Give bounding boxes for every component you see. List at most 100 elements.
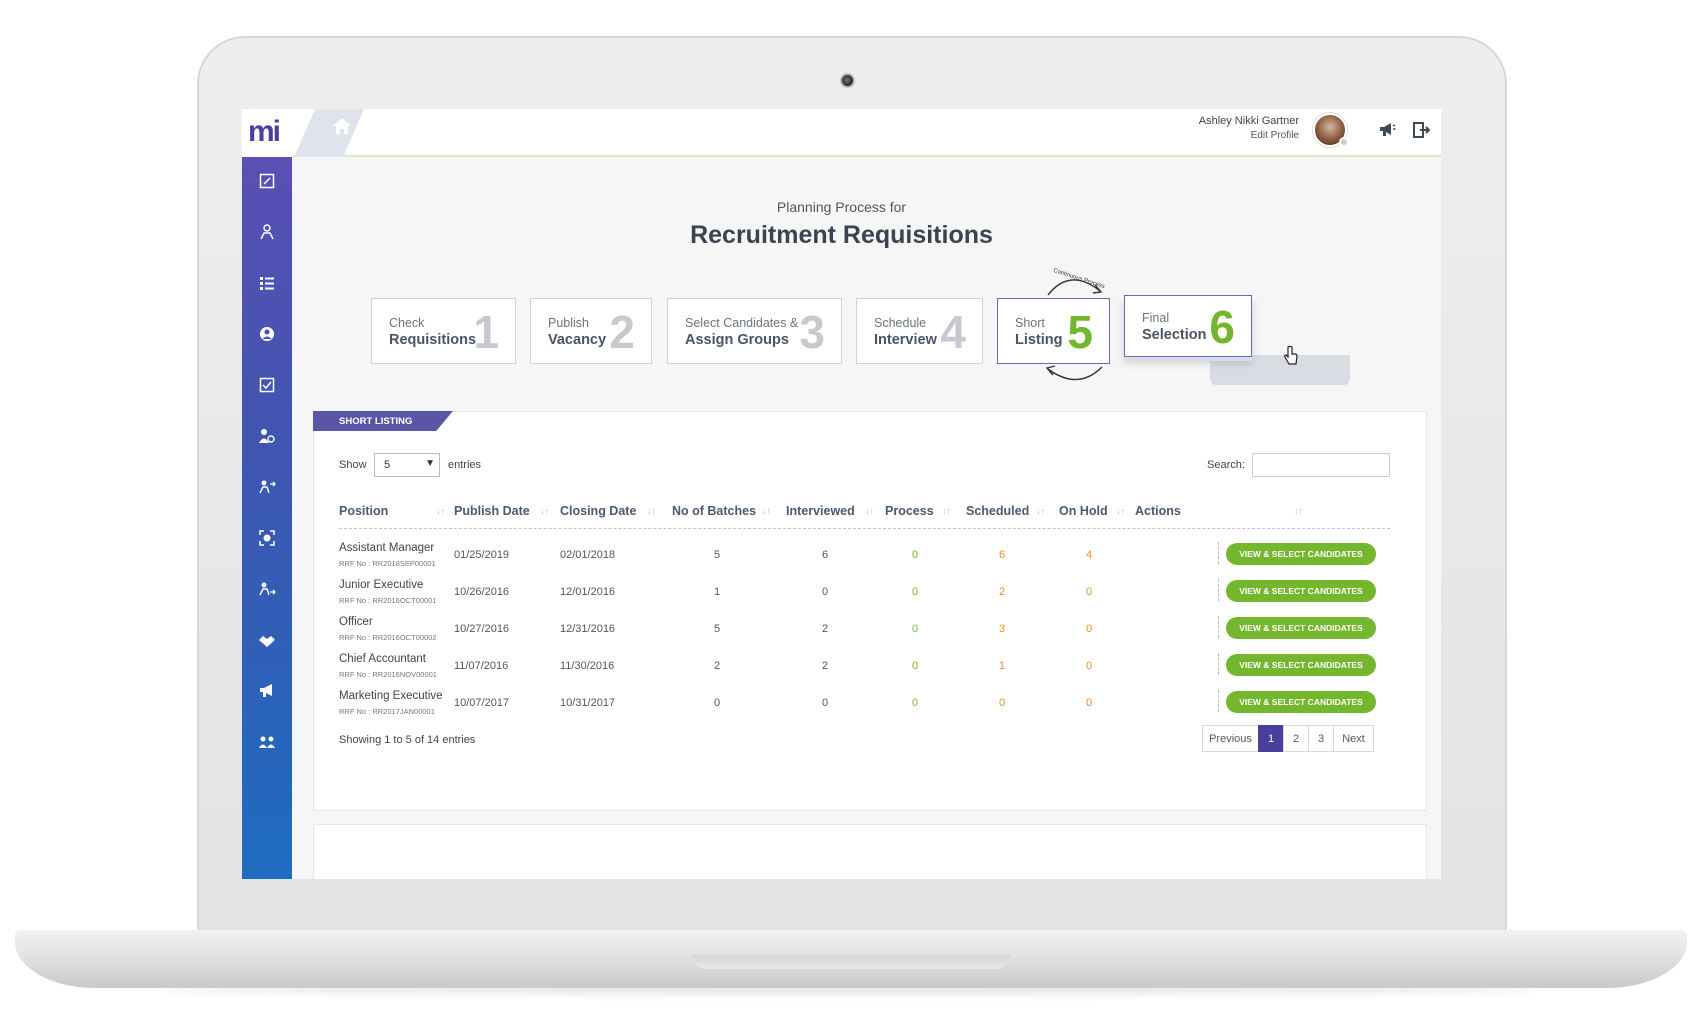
user-circle-icon[interactable] xyxy=(242,314,292,354)
on-hold-count: 0 xyxy=(1086,586,1093,598)
scheduled-count: 1 xyxy=(999,660,1006,672)
action-divider xyxy=(1218,542,1219,564)
person-transfer-icon[interactable] xyxy=(242,467,292,507)
position-name[interactable]: Junior Executive xyxy=(339,579,423,591)
batches-count: 5 xyxy=(714,549,721,561)
sort-icon[interactable]: ↓↑ xyxy=(1294,506,1303,516)
publish-date: 10/26/2016 xyxy=(454,586,510,598)
column-header-interviewed[interactable]: Interviewed xyxy=(786,504,855,518)
logout-icon[interactable] xyxy=(1411,121,1431,139)
sidebar xyxy=(242,157,292,879)
megaphone-icon[interactable] xyxy=(242,671,292,711)
closing-date: 12/01/2016 xyxy=(560,586,616,598)
logo[interactable]: mi xyxy=(242,109,294,157)
action-divider xyxy=(1218,690,1219,712)
document-check-icon[interactable] xyxy=(242,365,292,405)
list-icon[interactable] xyxy=(242,263,292,303)
hand-cursor-icon xyxy=(1283,345,1299,371)
view-select-candidates-button[interactable]: VIEW & SELECT CANDIDATES xyxy=(1226,691,1376,713)
sort-icon[interactable]: ↓↑ xyxy=(942,506,951,516)
view-select-candidates-button[interactable]: VIEW & SELECT CANDIDATES xyxy=(1226,543,1376,565)
column-header-process[interactable]: Process xyxy=(885,504,934,518)
sort-icon[interactable]: ↓↑ xyxy=(540,506,549,516)
step-label-1: Select Candidates & xyxy=(685,316,799,330)
step-select-candidates[interactable]: Select Candidates & Assign Groups 3 xyxy=(667,298,842,364)
rrf-number: RRF No : RR2018SEP00001 xyxy=(339,559,436,568)
document-edit-icon[interactable] xyxy=(242,161,292,201)
step-label-1: Publish xyxy=(548,316,589,330)
sort-icon[interactable]: ↓↑ xyxy=(436,506,445,516)
page-title: Recruitment Requisitions xyxy=(690,221,993,249)
process-count: 0 xyxy=(912,549,919,561)
table-row: Officer RRF No : RR2016OCT00002 10/27/20… xyxy=(314,616,1428,654)
action-divider xyxy=(1218,616,1219,638)
table-row: Chief Accountant RRF No : RR2016NOV00001… xyxy=(314,653,1428,691)
step-number: 1 xyxy=(473,306,499,358)
search-label: Search: xyxy=(1207,459,1245,471)
view-select-candidates-button[interactable]: VIEW & SELECT CANDIDATES xyxy=(1226,654,1376,676)
publish-date: 10/07/2017 xyxy=(454,697,510,709)
column-header-actions: Actions xyxy=(1135,504,1181,518)
pagination-page-3[interactable]: 3 xyxy=(1308,725,1334,752)
process-count: 0 xyxy=(912,697,919,709)
step-check-requisitions[interactable]: Check Requisitions 1 xyxy=(371,298,516,364)
step-label-2: Assign Groups xyxy=(685,332,789,348)
showing-entries-text: Showing 1 to 5 of 14 entries xyxy=(339,734,476,746)
publish-date: 01/25/2019 xyxy=(454,549,510,561)
step-publish-vacancy[interactable]: Publish Vacancy 2 xyxy=(530,298,652,364)
home-icon[interactable] xyxy=(332,117,354,137)
user-name: Ashley Nikki Gartner xyxy=(1198,115,1299,127)
action-divider xyxy=(1218,579,1219,601)
position-name[interactable]: Officer xyxy=(339,616,373,628)
person-settings-icon[interactable] xyxy=(242,416,292,456)
pagination-page-2[interactable]: 2 xyxy=(1283,725,1309,752)
position-name[interactable]: Marketing Executive xyxy=(339,690,443,702)
app-screen: mi Ashley Nikki Gartner Edit Profile Pla… xyxy=(242,109,1441,879)
publish-date: 10/27/2016 xyxy=(454,623,510,635)
view-select-candidates-button[interactable]: VIEW & SELECT CANDIDATES xyxy=(1226,617,1376,639)
megaphone-icon[interactable] xyxy=(1377,121,1397,139)
pagination-previous[interactable]: Previous xyxy=(1202,725,1259,752)
sort-icon[interactable]: ↓↑ xyxy=(865,506,874,516)
closing-date: 11/30/2016 xyxy=(560,660,615,672)
person-transfer-2-icon[interactable] xyxy=(242,569,292,609)
column-header-scheduled[interactable]: Scheduled xyxy=(966,504,1029,518)
batches-count: 5 xyxy=(714,623,721,635)
sort-icon[interactable]: ↓↑ xyxy=(1116,506,1125,516)
publish-date: 11/07/2016 xyxy=(454,660,509,672)
step-number: 2 xyxy=(609,306,635,358)
pagination-page-1[interactable]: 1 xyxy=(1258,725,1284,752)
entries-select[interactable]: 5 ▼ xyxy=(374,453,440,477)
search-input[interactable] xyxy=(1252,453,1390,477)
group-settings-icon[interactable] xyxy=(242,722,292,762)
sort-icon[interactable]: ↓↑ xyxy=(762,506,771,516)
view-select-candidates-button[interactable]: VIEW & SELECT CANDIDATES xyxy=(1226,580,1376,602)
column-header-publish-date[interactable]: Publish Date xyxy=(454,504,530,518)
step-schedule-interview[interactable]: Schedule Interview 4 xyxy=(856,298,983,364)
edit-profile-link[interactable]: Edit Profile xyxy=(1251,130,1299,141)
rrf-number: RRF No : RR2016OCT00002 xyxy=(339,633,437,642)
handshake-icon[interactable] xyxy=(242,620,292,660)
position-name[interactable]: Chief Accountant xyxy=(339,653,426,665)
sort-icon[interactable]: ↓↑ xyxy=(1036,506,1045,516)
face-scan-icon[interactable] xyxy=(242,518,292,558)
table-row: Marketing Executive RRF No : RR2017JAN00… xyxy=(314,690,1428,728)
avatar-status-icon xyxy=(1339,137,1349,147)
closing-date: 12/31/2016 xyxy=(560,623,616,635)
header-divider xyxy=(339,528,1390,529)
step-final-selection[interactable]: Final Selection 6 xyxy=(1124,295,1252,357)
column-header-closing-date[interactable]: Closing Date xyxy=(560,504,636,518)
laptop-notch xyxy=(692,955,1010,969)
table-row: Assistant Manager RRF No : RR2018SEP0000… xyxy=(314,542,1428,580)
column-header-on-hold[interactable]: On Hold xyxy=(1059,504,1108,518)
entries-label: entries xyxy=(448,459,482,471)
pagination-next[interactable]: Next xyxy=(1333,725,1374,752)
column-header-batches[interactable]: No of Batches xyxy=(672,504,756,518)
sort-icon[interactable]: ↓↑ xyxy=(647,506,656,516)
show-label: Show xyxy=(339,459,367,471)
page-subtitle: Planning Process for xyxy=(776,199,907,215)
position-name[interactable]: Assistant Manager xyxy=(339,542,434,554)
column-header-position[interactable]: Position xyxy=(339,504,388,518)
action-divider xyxy=(1218,653,1219,675)
on-hold-count: 0 xyxy=(1086,623,1093,635)
